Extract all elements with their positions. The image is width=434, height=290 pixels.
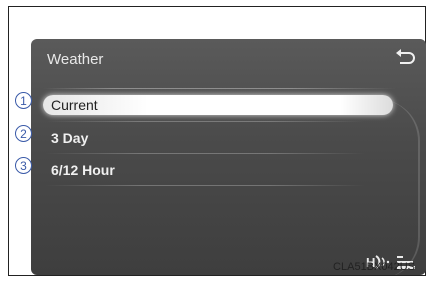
back-arrow-icon[interactable] [394, 47, 416, 67]
menu-item-label: Current [51, 97, 98, 113]
figure-code: CLA51BX042US [333, 261, 415, 273]
item-divider [45, 153, 365, 154]
item-divider [45, 121, 365, 122]
weather-screen: Weather Current 3 Day 6/12 Hour [31, 39, 426, 275]
menu-item-label: 6/12 Hour [51, 162, 115, 178]
callout-badge-1: 1 [15, 92, 32, 109]
header-divider [43, 88, 396, 89]
item-divider [45, 185, 365, 186]
callout-badge-2: 2 [15, 125, 32, 142]
menu-item-6-12-hour[interactable]: 6/12 Hour [43, 160, 393, 180]
callout-badge-3: 3 [15, 157, 32, 174]
page-title: Weather [47, 51, 104, 68]
figure-frame: Weather Current 3 Day 6/12 Hour 1 2 3 H … [8, 6, 426, 276]
menu-item-3-day[interactable]: 3 Day [43, 128, 393, 148]
menu-item-current[interactable]: Current [43, 95, 393, 115]
menu-item-label: 3 Day [51, 130, 89, 146]
